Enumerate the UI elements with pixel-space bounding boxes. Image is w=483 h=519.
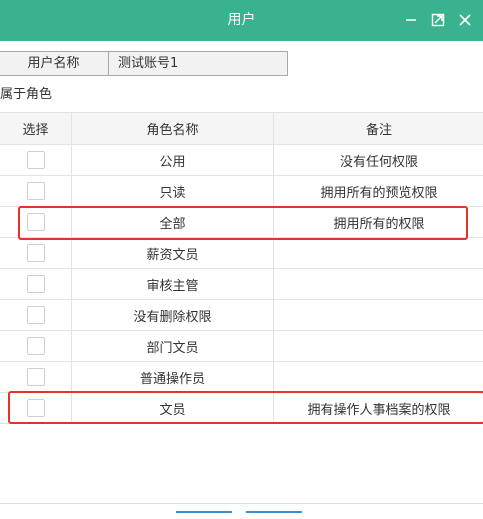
- role-note-cell: 拥有操作人事档案的权限: [274, 393, 483, 424]
- role-note-cell: 没有任何权限: [274, 145, 483, 176]
- row-checkbox[interactable]: [27, 337, 45, 355]
- row-checkbox[interactable]: [27, 244, 45, 262]
- minimize-icon[interactable]: [403, 12, 419, 28]
- user-name-label: 用户名称: [0, 51, 109, 76]
- title-bar: 用户: [0, 0, 483, 41]
- footer-button[interactable]: [246, 511, 302, 519]
- table-row[interactable]: 公用没有任何权限: [0, 145, 483, 176]
- column-header-role-name: 角色名称: [72, 113, 274, 145]
- row-checkbox[interactable]: [27, 306, 45, 324]
- close-icon[interactable]: [457, 12, 473, 28]
- role-note-cell: [274, 269, 483, 300]
- row-checkbox[interactable]: [27, 182, 45, 200]
- role-name-cell: 审核主管: [72, 269, 274, 300]
- role-name-cell: 普通操作员: [72, 362, 274, 393]
- table-row[interactable]: 薪资文员: [0, 238, 483, 269]
- column-header-note: 备注: [274, 113, 483, 145]
- table-header-row: 选择 角色名称 备注: [0, 113, 483, 145]
- roles-section-label: 属于角色: [0, 87, 52, 103]
- role-name-cell: 全部: [72, 207, 274, 238]
- user-name-field[interactable]: 测试账号1: [108, 51, 288, 76]
- role-name-cell: 只读: [72, 176, 274, 207]
- role-note-cell: [274, 331, 483, 362]
- table-row[interactable]: 没有删除权限: [0, 300, 483, 331]
- column-header-select: 选择: [0, 113, 72, 145]
- footer-divider: [0, 503, 483, 504]
- role-name-cell: 公用: [72, 145, 274, 176]
- role-note-cell: 拥用所有的权限: [274, 207, 483, 238]
- footer-button[interactable]: [176, 511, 232, 519]
- table-row[interactable]: 审核主管: [0, 269, 483, 300]
- table-row[interactable]: 全部拥用所有的权限: [0, 207, 483, 238]
- row-checkbox[interactable]: [27, 399, 45, 417]
- role-name-cell: 文员: [72, 393, 274, 424]
- row-checkbox[interactable]: [27, 368, 45, 386]
- role-note-cell: [274, 362, 483, 393]
- row-checkbox[interactable]: [27, 213, 45, 231]
- table-row[interactable]: 只读拥用所有的预览权限: [0, 176, 483, 207]
- role-note-cell: 拥用所有的预览权限: [274, 176, 483, 207]
- table-row[interactable]: 普通操作员: [0, 362, 483, 393]
- role-name-cell: 没有删除权限: [72, 300, 274, 331]
- role-note-cell: [274, 300, 483, 331]
- row-checkbox[interactable]: [27, 151, 45, 169]
- row-checkbox[interactable]: [27, 275, 45, 293]
- roles-table: 选择 角色名称 备注 公用没有任何权限 只读拥用所有的预览权限 全部拥用所有的权…: [0, 112, 483, 424]
- role-name-cell: 薪资文员: [72, 238, 274, 269]
- table-row[interactable]: 部门文员: [0, 331, 483, 362]
- role-note-cell: [274, 238, 483, 269]
- table-row[interactable]: 文员拥有操作人事档案的权限: [0, 393, 483, 424]
- role-name-cell: 部门文员: [72, 331, 274, 362]
- maximize-icon[interactable]: [430, 12, 446, 28]
